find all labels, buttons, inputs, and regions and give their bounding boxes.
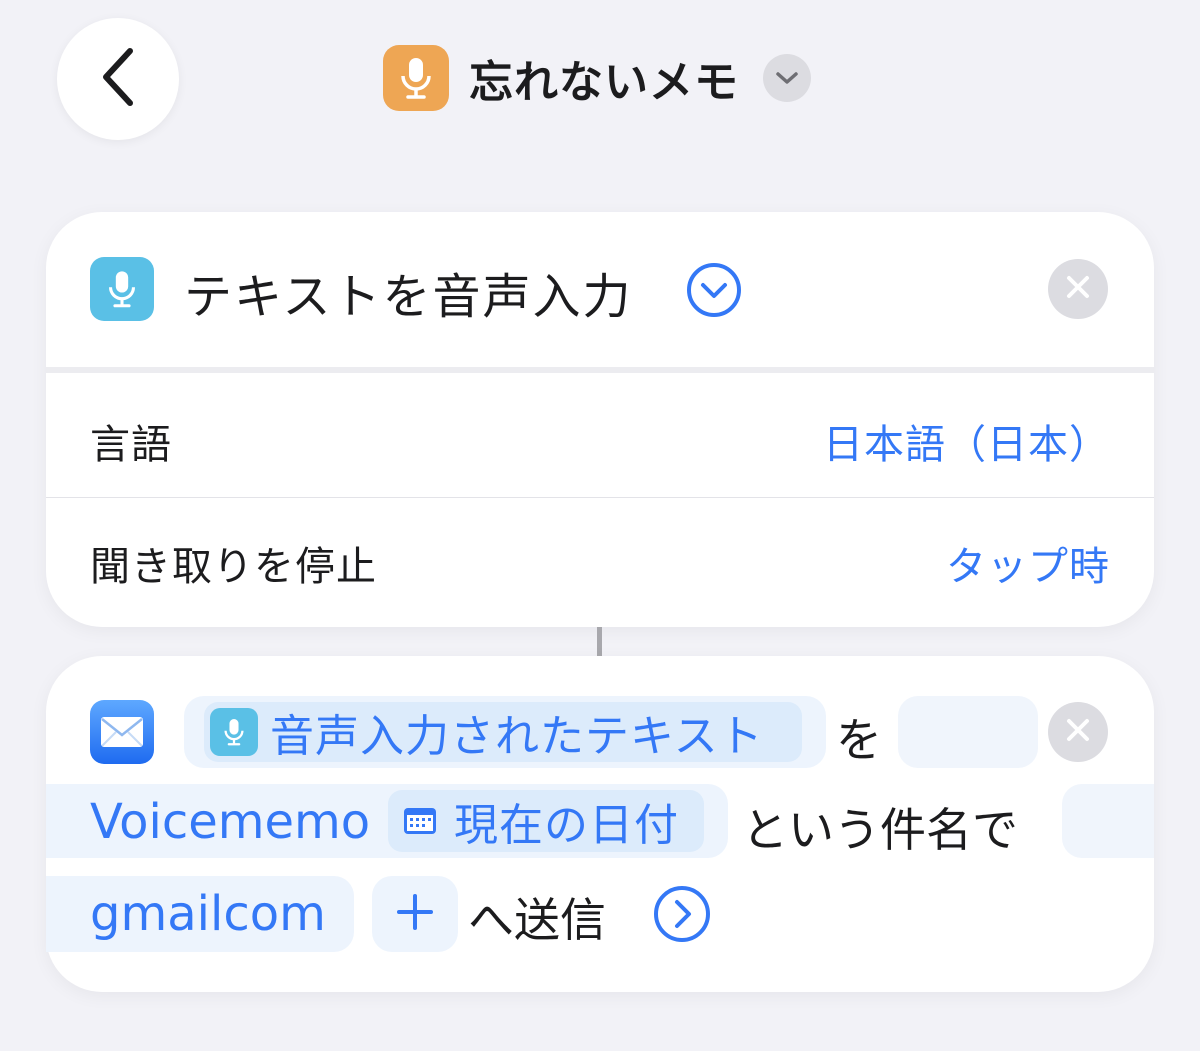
connector-text: を [836, 713, 882, 767]
chevron-right-circle-icon[interactable] [652, 884, 712, 944]
chevron-left-icon [98, 47, 138, 111]
shortcut-title-bar[interactable]: 忘れないメモ [383, 44, 811, 112]
plus-icon [395, 892, 435, 936]
calendar-icon [402, 806, 438, 836]
shortcut-name: 忘れないメモ [469, 57, 739, 108]
chevron-down-circle-icon[interactable] [686, 262, 742, 318]
divider [46, 367, 1154, 373]
dictated-text-variable[interactable]: 音声入力されたテキスト [204, 702, 802, 762]
microphone-icon [90, 257, 154, 321]
recipient-text: gmailcom [90, 886, 326, 942]
subject-suffix: という件名で [742, 803, 1018, 857]
mail-icon [90, 700, 154, 764]
empty-token[interactable] [898, 696, 1038, 768]
microphone-icon [383, 45, 449, 111]
add-recipient-button[interactable] [372, 876, 458, 952]
back-button[interactable] [57, 18, 179, 140]
subject-prefix: Voicememo [90, 794, 371, 850]
send-email-action: 音声入力されたテキスト を Voicememo 現在の日付 という件名で gma… [46, 656, 1154, 992]
language-label: 言語 [90, 422, 172, 468]
action-connector [597, 627, 602, 656]
current-date-variable[interactable]: 現在の日付 [388, 790, 704, 852]
empty-token[interactable] [1062, 784, 1154, 858]
language-value[interactable]: 日本語（日本） [823, 412, 1110, 470]
action-title: テキストを音声入力 [184, 269, 633, 325]
close-icon [1065, 274, 1091, 304]
stop-listening-label: 聞き取りを停止 [90, 544, 377, 590]
variable-label: 音声入力されたテキスト [270, 711, 764, 762]
dictate-text-action: テキストを音声入力 言語 日本語（日本） 聞き取りを停止 タップ時 [46, 212, 1154, 627]
send-label: へ送信 [468, 893, 606, 947]
remove-action-button[interactable] [1048, 259, 1108, 319]
stop-listening-value[interactable]: タップ時 [946, 534, 1110, 592]
variable-label: 現在の日付 [454, 800, 679, 851]
microphone-icon [210, 708, 258, 756]
close-icon [1065, 717, 1091, 747]
divider [46, 497, 1154, 498]
chevron-down-icon[interactable] [763, 54, 811, 102]
remove-action-button[interactable] [1048, 702, 1108, 762]
